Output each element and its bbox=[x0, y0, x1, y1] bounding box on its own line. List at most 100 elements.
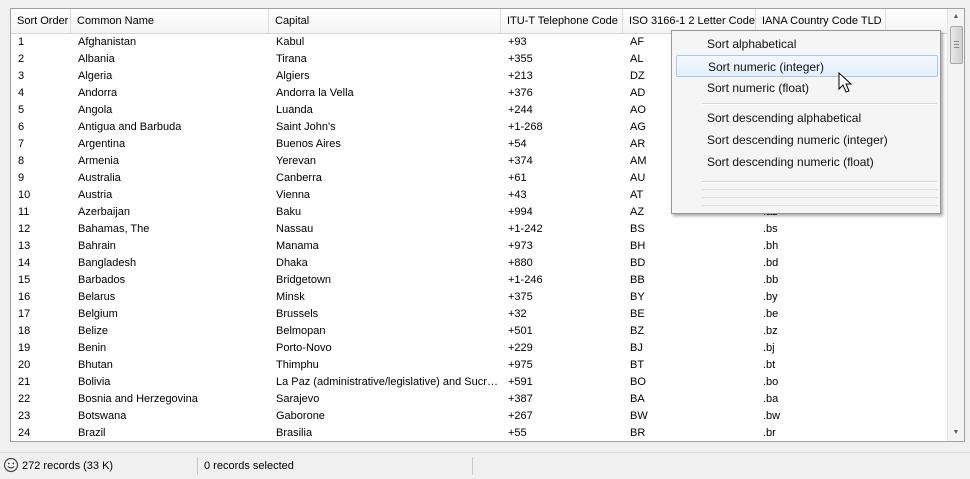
table-row[interactable]: 20 Bhutan Thimphu +975 BT .bt bbox=[11, 357, 956, 374]
table-cell: BE bbox=[630, 308, 645, 320]
table-cell: 3 bbox=[18, 70, 25, 82]
table-cell: Algeria bbox=[78, 70, 113, 82]
table-cell: Tirana bbox=[276, 53, 307, 65]
table-cell: Belmopan bbox=[276, 325, 326, 337]
table-cell: +61 bbox=[508, 172, 527, 184]
table-row[interactable]: 23 Botswana Gaborone +267 BW .bw bbox=[11, 408, 956, 425]
table-cell: .bh bbox=[763, 240, 779, 252]
table-cell: BW bbox=[630, 410, 648, 422]
table-row[interactable]: 12 Bahamas, The Nassau +1-242 BS .bs bbox=[11, 221, 956, 238]
table-cell: Barbados bbox=[78, 274, 126, 286]
table-row[interactable]: 13 Bahrain Manama +973 BH .bh bbox=[11, 238, 956, 255]
table-cell: Belarus bbox=[78, 291, 116, 303]
table-row[interactable]: 21 Bolivia La Paz (administrative/legislat… bbox=[11, 374, 956, 391]
table-cell: 7 bbox=[18, 138, 25, 150]
table-cell: Saint John's bbox=[276, 121, 336, 133]
table-row[interactable]: 19 Benin Porto-Novo +229 BJ .bj bbox=[11, 340, 956, 357]
menu-empty-item bbox=[702, 189, 938, 194]
table-cell: .be bbox=[763, 308, 779, 320]
menu-item-sort-alphabetical[interactable]: Sort alphabetical bbox=[676, 33, 938, 55]
table-cell: .by bbox=[763, 291, 778, 303]
table-cell: +55 bbox=[508, 427, 527, 439]
table-cell: BS bbox=[630, 223, 645, 235]
column-header-common-name[interactable]: Common Name bbox=[71, 9, 269, 33]
table-row[interactable]: 22 Bosnia and Herzegovina Sarajevo +387 BA .b… bbox=[11, 391, 956, 408]
table-cell: Gaborone bbox=[276, 410, 325, 422]
status-divider bbox=[472, 457, 473, 475]
table-cell: Bolivia bbox=[78, 376, 111, 388]
table-cell: 23 bbox=[18, 410, 31, 422]
table-cell: +1-246 bbox=[508, 274, 543, 286]
table-cell: .bo bbox=[763, 376, 779, 388]
menu-item-sort-descending-alphabetical[interactable]: Sort descending alphabetical bbox=[676, 107, 938, 129]
column-header-capital[interactable]: Capital bbox=[269, 9, 501, 33]
table-cell: Bangladesh bbox=[78, 257, 137, 269]
column-context-menu: Sort alphabetical Sort numeric (integer)… bbox=[671, 30, 941, 214]
mouse-pointer-icon bbox=[838, 72, 853, 93]
table-cell: 4 bbox=[18, 87, 25, 99]
table-cell: +1-268 bbox=[508, 121, 543, 133]
table-cell: 1 bbox=[18, 36, 25, 48]
menu-item-sort-descending-numeric-float[interactable]: Sort descending numeric (float) bbox=[676, 151, 938, 173]
table-cell: Bosnia and Herzegovina bbox=[78, 393, 198, 405]
table-cell: 21 bbox=[18, 376, 31, 388]
menu-item-sort-numeric-integer[interactable]: Sort numeric (integer) bbox=[676, 55, 938, 77]
table-cell: 15 bbox=[18, 274, 31, 286]
menu-separator bbox=[702, 103, 937, 105]
table-cell: Brasilia bbox=[276, 427, 313, 439]
table-cell: +43 bbox=[508, 189, 527, 201]
table-cell: Thimphu bbox=[276, 359, 319, 371]
table-cell: Bahamas, The bbox=[78, 223, 150, 235]
table-cell: .br bbox=[763, 427, 776, 439]
table-cell: +591 bbox=[508, 376, 533, 388]
scroll-down-arrow-icon[interactable]: ▼ bbox=[948, 425, 964, 441]
table-cell: Baku bbox=[276, 206, 302, 218]
table-row[interactable]: 14 Bangladesh Dhaka +880 BD .bd bbox=[11, 255, 956, 272]
scroll-thumb[interactable] bbox=[950, 26, 963, 64]
table-cell: Antigua and Barbuda bbox=[78, 121, 182, 133]
table-cell: Vienna bbox=[276, 189, 311, 201]
menu-empty-item bbox=[702, 197, 938, 202]
table-cell: +1-242 bbox=[508, 223, 543, 235]
table-cell: BO bbox=[630, 376, 646, 388]
table-cell: Manama bbox=[276, 240, 319, 252]
table-cell: +973 bbox=[508, 240, 533, 252]
table-cell: Benin bbox=[78, 342, 107, 354]
table-cell: Kabul bbox=[276, 36, 305, 48]
table-row[interactable]: 17 Belgium Brussels +32 BE .be bbox=[11, 306, 956, 323]
table-cell: 18 bbox=[18, 325, 31, 337]
status-bar: 272 records (33 K) 0 records selected bbox=[0, 452, 970, 479]
table-cell: BT bbox=[630, 359, 645, 371]
menu-item-sort-numeric-float[interactable]: Sort numeric (float) bbox=[676, 77, 938, 99]
table-cell: .ba bbox=[763, 393, 779, 405]
vertical-scrollbar[interactable]: ▲ ▼ bbox=[947, 9, 964, 441]
table-cell: 16 bbox=[18, 291, 31, 303]
table-cell: Luanda bbox=[276, 104, 313, 116]
table-row[interactable]: 16 Belarus Minsk +375 BY .by bbox=[11, 289, 956, 306]
table-cell: +994 bbox=[508, 206, 533, 218]
table-cell: .bt bbox=[763, 359, 776, 371]
smiley-face-icon bbox=[3, 457, 19, 473]
table-cell: Nassau bbox=[276, 223, 314, 235]
table-cell: Porto-Novo bbox=[276, 342, 332, 354]
table-cell: 19 bbox=[18, 342, 31, 354]
table-cell: Andorra la Vella bbox=[276, 87, 354, 99]
record-count-text: 272 records (33 K) bbox=[22, 460, 114, 472]
table-row[interactable]: 24 Brazil Brasilia +55 BR .br bbox=[11, 425, 956, 441]
table-row[interactable]: 15 Barbados Bridgetown +1-246 BB .bb bbox=[11, 272, 956, 289]
table-cell: 12 bbox=[18, 223, 31, 235]
menu-item-sort-descending-numeric-integer[interactable]: Sort descending numeric (integer) bbox=[676, 129, 938, 151]
column-header-sort-order[interactable]: Sort Order bbox=[11, 9, 71, 33]
table-cell: Brussels bbox=[276, 308, 319, 320]
table-cell: Belgium bbox=[78, 308, 118, 320]
table-row[interactable]: 18 Belize Belmopan +501 BZ .bz bbox=[11, 323, 956, 340]
table-cell: 22 bbox=[18, 393, 31, 405]
scroll-up-arrow-icon[interactable]: ▲ bbox=[948, 9, 964, 25]
table-cell: 10 bbox=[18, 189, 31, 201]
table-cell: Yerevan bbox=[276, 155, 316, 167]
table-cell: Belize bbox=[78, 325, 108, 337]
table-cell: BJ bbox=[630, 342, 643, 354]
column-header-telephone-code[interactable]: ITU-T Telephone Code bbox=[501, 9, 623, 33]
table-cell: BA bbox=[630, 393, 645, 405]
menu-empty-item bbox=[702, 205, 938, 210]
